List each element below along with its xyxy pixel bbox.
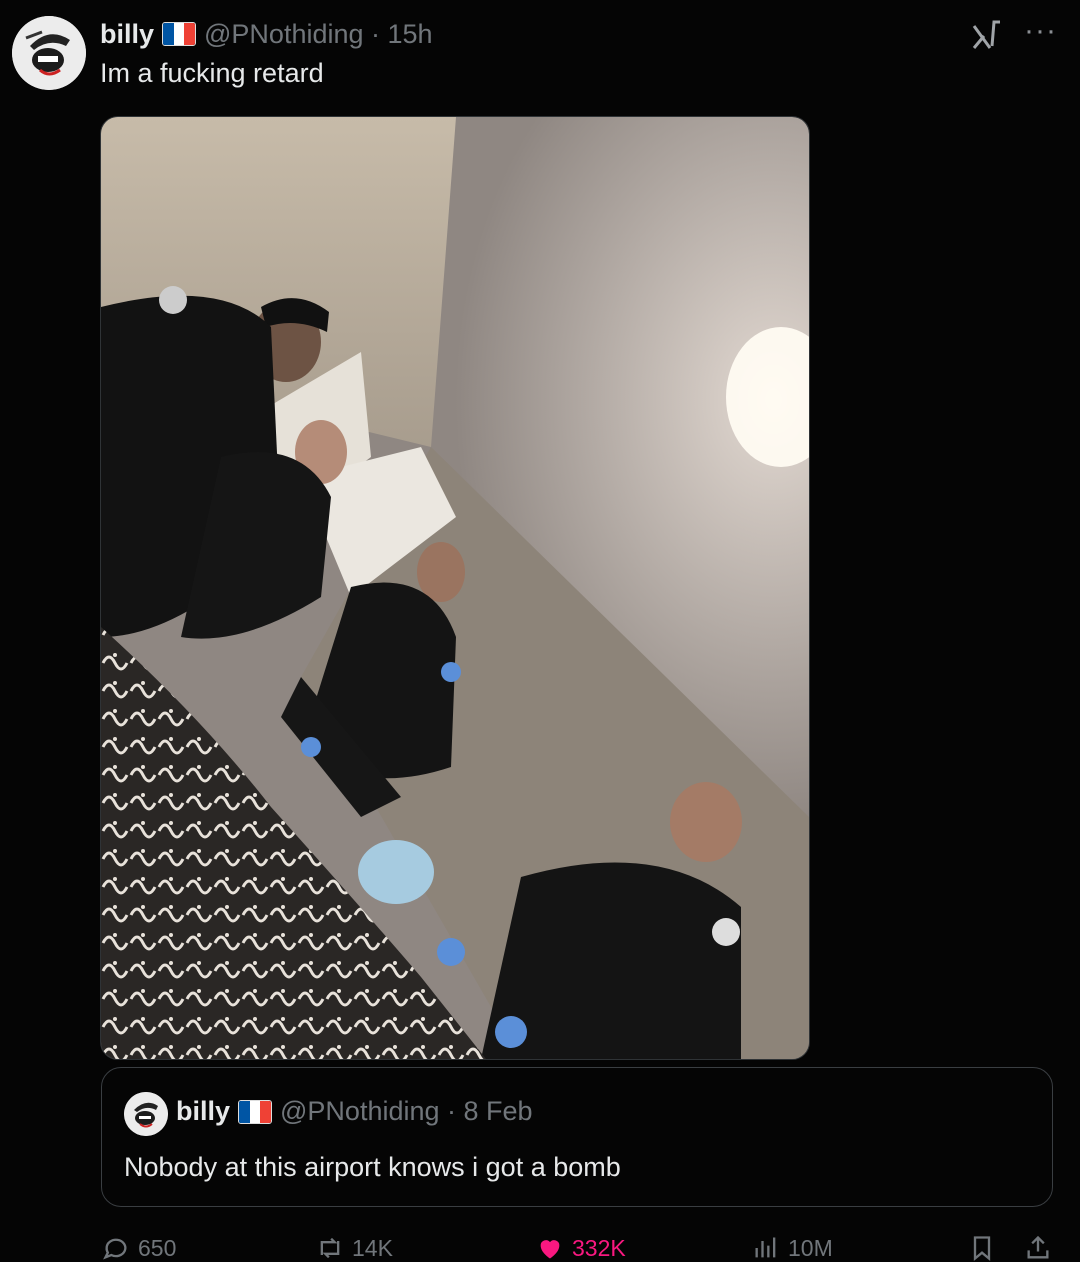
views-button[interactable]: 10M bbox=[752, 1234, 833, 1262]
tweet-photo[interactable] bbox=[100, 116, 810, 1060]
action-bar: 650 14K 332K 10M bbox=[0, 1230, 1080, 1262]
view-count: 10M bbox=[788, 1234, 833, 1261]
repost-button[interactable]: 14K bbox=[316, 1234, 393, 1262]
more-icon[interactable]: ··· bbox=[1024, 14, 1057, 48]
tweet-text: Im a fucking retard bbox=[100, 58, 324, 88]
quoted-text: Nobody at this airport knows i got a bom… bbox=[124, 1152, 621, 1182]
author-name[interactable]: billy bbox=[100, 19, 154, 50]
repost-count: 14K bbox=[352, 1234, 393, 1261]
repost-icon bbox=[320, 1237, 340, 1259]
france-flag-icon bbox=[238, 1099, 273, 1124]
share-icon bbox=[1027, 1235, 1049, 1259]
share-button[interactable] bbox=[1024, 1234, 1052, 1262]
quoted-header: billy @PNothiding · 8 Feb bbox=[176, 1096, 533, 1127]
like-count: 332K bbox=[572, 1234, 626, 1261]
quoted-tweet[interactable]: billy @PNothiding · 8 Feb Nobody at this… bbox=[101, 1067, 1053, 1207]
reply-icon bbox=[103, 1238, 127, 1260]
bookmark-button[interactable] bbox=[968, 1234, 996, 1262]
tweet-header: billy @PNothiding · 15h bbox=[100, 16, 433, 52]
bookmark-icon bbox=[973, 1236, 991, 1261]
quoted-handle-time: @PNothiding · 8 Feb bbox=[280, 1096, 533, 1126]
reply-button[interactable]: 650 bbox=[102, 1234, 176, 1262]
grok-icon[interactable] bbox=[970, 18, 1006, 52]
author-handle-time[interactable]: @PNothiding · 15h bbox=[204, 19, 433, 50]
quoted-author-avatar bbox=[124, 1092, 168, 1136]
like-button[interactable]: 332K bbox=[536, 1234, 626, 1262]
reply-count: 650 bbox=[138, 1234, 177, 1261]
author-avatar[interactable] bbox=[12, 16, 86, 90]
quoted-author-name: billy bbox=[176, 1096, 231, 1126]
views-icon bbox=[755, 1237, 776, 1258]
like-icon bbox=[540, 1240, 560, 1259]
france-flag-icon bbox=[162, 22, 197, 46]
